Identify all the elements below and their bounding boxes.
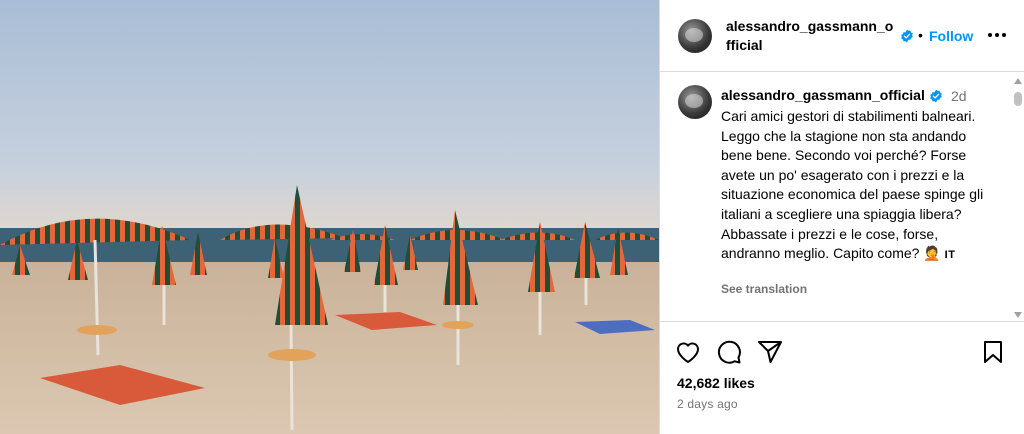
caption-username[interactable]: alessandro_gassmann_official	[721, 87, 925, 103]
instagram-post: alessandro_gassmann_official • Follow al…	[0, 0, 1024, 434]
facepalm-emoji: 🤦	[923, 245, 941, 262]
beach-photo-illustration	[0, 0, 659, 434]
scrollbar-thumb[interactable]	[1014, 92, 1022, 106]
post-side-panel: alessandro_gassmann_official • Follow al…	[659, 0, 1024, 434]
more-options-icon[interactable]	[986, 24, 1008, 46]
see-translation-link[interactable]: See translation	[721, 282, 807, 296]
heart-icon[interactable]	[674, 338, 702, 366]
author-avatar[interactable]	[678, 19, 712, 53]
scroll-down-arrow-icon[interactable]	[1014, 312, 1022, 318]
caption-section: alessandro_gassmann_official 2d Cari ami…	[660, 72, 1024, 322]
follow-separator: •	[918, 27, 923, 43]
caption-body: Cari amici gestori di stabilimenti balne…	[721, 108, 984, 262]
author-username[interactable]: alessandro_gassmann_official	[726, 17, 896, 55]
comment-icon[interactable]	[715, 338, 743, 366]
bookmark-icon[interactable]	[979, 338, 1007, 366]
likes-count[interactable]: 42,682 likes	[677, 375, 755, 391]
verified-badge-icon	[901, 29, 913, 43]
share-icon[interactable]	[756, 338, 784, 366]
caption-text: Cari amici gestori di stabilimenti balne…	[721, 107, 996, 266]
verified-badge-icon	[930, 89, 942, 103]
post-actions	[660, 330, 1024, 374]
follow-button[interactable]: Follow	[929, 28, 973, 44]
italy-flag-tag: IT	[944, 249, 956, 262]
scroll-up-arrow-icon[interactable]	[1014, 78, 1022, 84]
post-header: alessandro_gassmann_official • Follow	[660, 0, 1024, 72]
caption-author-avatar[interactable]	[678, 85, 712, 119]
caption-time-ago[interactable]: 2d	[951, 88, 967, 104]
post-date[interactable]: 2 days ago	[677, 397, 738, 411]
post-photo[interactable]	[0, 0, 659, 434]
